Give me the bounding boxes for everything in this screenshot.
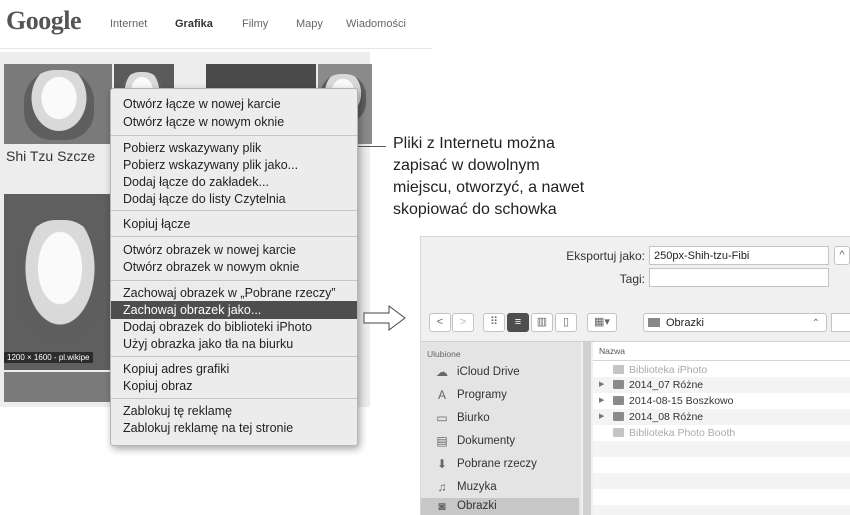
back-button[interactable]: < <box>429 313 451 332</box>
annotation-leader-line <box>358 146 386 147</box>
menu-item-open-link-new-window[interactable]: Otwórz łącze w nowym oknie <box>111 113 357 131</box>
menu-item-open-image-new-tab[interactable]: Otwórz obrazek w nowej karcie <box>111 241 357 259</box>
disclosure-triangle-icon[interactable]: ▶ <box>599 412 604 420</box>
menu-item-copy-link[interactable]: Kopiuj łącze <box>111 215 357 233</box>
menu-item-copy-image-address[interactable]: Kopiuj adres grafiki <box>111 360 357 378</box>
arrow-right-icon <box>363 305 406 331</box>
menu-item-download-file[interactable]: Pobierz wskazywany plik <box>111 139 357 157</box>
annotation-text: Pliki z Internetu można zapisać w dowoln… <box>393 135 585 218</box>
tab-wiadomosci[interactable]: Wiadomości <box>346 18 406 30</box>
disclosure-triangle-icon[interactable]: ▶ <box>599 396 604 404</box>
menu-separator <box>111 210 357 211</box>
library-icon <box>613 365 624 374</box>
folder-icon <box>613 396 624 405</box>
selected-image[interactable] <box>4 194 112 370</box>
disclosure-triangle-icon[interactable]: ▶ <box>599 380 604 388</box>
folder-icon <box>613 412 624 421</box>
menu-item-save-image-as[interactable]: Zachowaj obrazek jako... <box>111 301 357 319</box>
export-as-field[interactable]: 250px-Shih-tzu-Fibi <box>649 246 829 265</box>
google-header: Google Internet Grafika Filmy Mapy Wiado… <box>0 0 440 48</box>
tab-internet[interactable]: Internet <box>110 18 147 30</box>
menu-separator <box>111 236 357 237</box>
menu-item-block-ads-page[interactable]: Zablokuj reklamę na tej stronie <box>111 419 357 437</box>
file-list: Nazwa Biblioteka iPhoto ▶ 2014_07 Różne ▶… <box>593 342 850 515</box>
sidebar-item-pobrane[interactable]: ⬇ Pobrane rzeczy <box>421 454 579 474</box>
sidebar-item-muzyka[interactable]: ♫ Muzyka <box>421 477 579 497</box>
tags-field[interactable] <box>649 268 829 287</box>
menu-item-add-reading-list[interactable]: Dodaj łącze do listy Czytelnia <box>111 190 357 208</box>
menu-item-set-desktop-picture[interactable]: Użyj obrazka jako tła na biurku <box>111 335 357 353</box>
list-view-button[interactable]: ≡ <box>507 313 529 332</box>
save-dialog: Eksportuj jako: 250px-Shih-tzu-Fibi ^ Ta… <box>420 236 850 515</box>
expand-dialog-button[interactable]: ^ <box>834 246 850 265</box>
coverflow-view-button[interactable]: ▯ <box>555 313 577 332</box>
music-icon: ♫ <box>437 480 447 494</box>
folder-icon <box>613 380 624 389</box>
forward-button[interactable]: > <box>452 313 474 332</box>
context-menu: Otwórz łącze w nowej karcie Otwórz łącze… <box>110 88 358 446</box>
menu-item-copy-image[interactable]: Kopiuj obraz <box>111 377 357 395</box>
menu-item-open-link-new-tab[interactable]: Otwórz łącze w nowej karcie <box>111 95 357 113</box>
sidebar-scrollbar[interactable] <box>583 342 591 515</box>
menu-item-save-image-downloads[interactable]: Zachowaj obrazek w „Pobrane rzeczy” <box>111 284 357 302</box>
tab-filmy[interactable]: Filmy <box>242 18 268 30</box>
export-as-label: Eksportuj jako: <box>566 249 645 263</box>
menu-separator <box>111 356 357 357</box>
file-row[interactable]: Biblioteka iPhoto <box>593 362 850 378</box>
result-thumbnail[interactable] <box>4 372 112 402</box>
search-field[interactable] <box>831 313 850 332</box>
apps-icon: A <box>437 388 446 402</box>
header-divider <box>0 48 432 49</box>
tags-label: Tagi: <box>619 272 645 286</box>
download-icon: ⬇ <box>436 457 448 471</box>
camera-icon: ◙ <box>438 499 446 513</box>
desktop-icon: ▭ <box>436 411 448 425</box>
sidebar-item-icloud[interactable]: ☁ iCloud Drive <box>421 362 579 382</box>
menu-separator <box>111 398 357 399</box>
icon-view-button[interactable]: ⠿ <box>483 313 505 332</box>
folder-icon <box>648 318 660 327</box>
menu-separator <box>111 135 357 136</box>
sidebar-item-dokumenty[interactable]: ▤ Dokumenty <box>421 431 579 451</box>
file-row[interactable]: Biblioteka Photo Booth <box>593 425 850 441</box>
folder-row[interactable]: ▶ 2014-08-15 Boszkowo <box>593 393 850 409</box>
menu-item-add-to-iphoto[interactable]: Dodaj obrazek do biblioteki iPhoto <box>111 318 357 336</box>
sidebar: Ulubione ☁ iCloud Drive A Programy ▭ Biurko… <box>421 342 581 515</box>
menu-item-download-file-as[interactable]: Pobierz wskazywany plik jako... <box>111 156 357 174</box>
menu-item-open-image-new-window[interactable]: Otwórz obrazek w nowym oknie <box>111 258 357 276</box>
sidebar-item-obrazki[interactable]: ◙ Obrazki <box>421 498 579 515</box>
documents-icon: ▤ <box>436 434 448 448</box>
folder-row[interactable]: ▶ 2014_07 Różne <box>593 377 850 393</box>
result-title[interactable]: Shi Tzu Szcze <box>6 148 95 164</box>
sidebar-item-biurko[interactable]: ▭ Biurko <box>421 408 579 428</box>
sidebar-item-programy[interactable]: A Programy <box>421 385 579 405</box>
menu-separator <box>111 280 357 281</box>
column-view-button[interactable]: ▥ <box>531 313 553 332</box>
location-popup[interactable]: Obrazki ⌃ <box>643 313 827 332</box>
result-thumbnail[interactable] <box>4 64 112 144</box>
image-size-caption: 1200 × 1600 - pl.wikipe <box>4 352 93 363</box>
chevron-updown-icon: ⌃ <box>811 318 820 329</box>
tab-grafika[interactable]: Grafika <box>175 18 213 30</box>
cloud-icon: ☁ <box>436 365 448 379</box>
menu-item-add-bookmark[interactable]: Dodaj łącze do zakładek... <box>111 173 357 191</box>
photo-booth-icon <box>613 428 624 437</box>
menu-item-block-ad[interactable]: Zablokuj tę reklamę <box>111 402 357 420</box>
sidebar-heading: Ulubione <box>427 349 461 359</box>
google-logo[interactable]: Google <box>6 6 82 36</box>
column-header-name[interactable]: Nazwa <box>593 342 850 361</box>
tab-mapy[interactable]: Mapy <box>296 18 323 30</box>
arrange-button[interactable]: ▦▾ <box>587 313 617 332</box>
folder-row[interactable]: ▶ 2014_08 Różne <box>593 409 850 425</box>
